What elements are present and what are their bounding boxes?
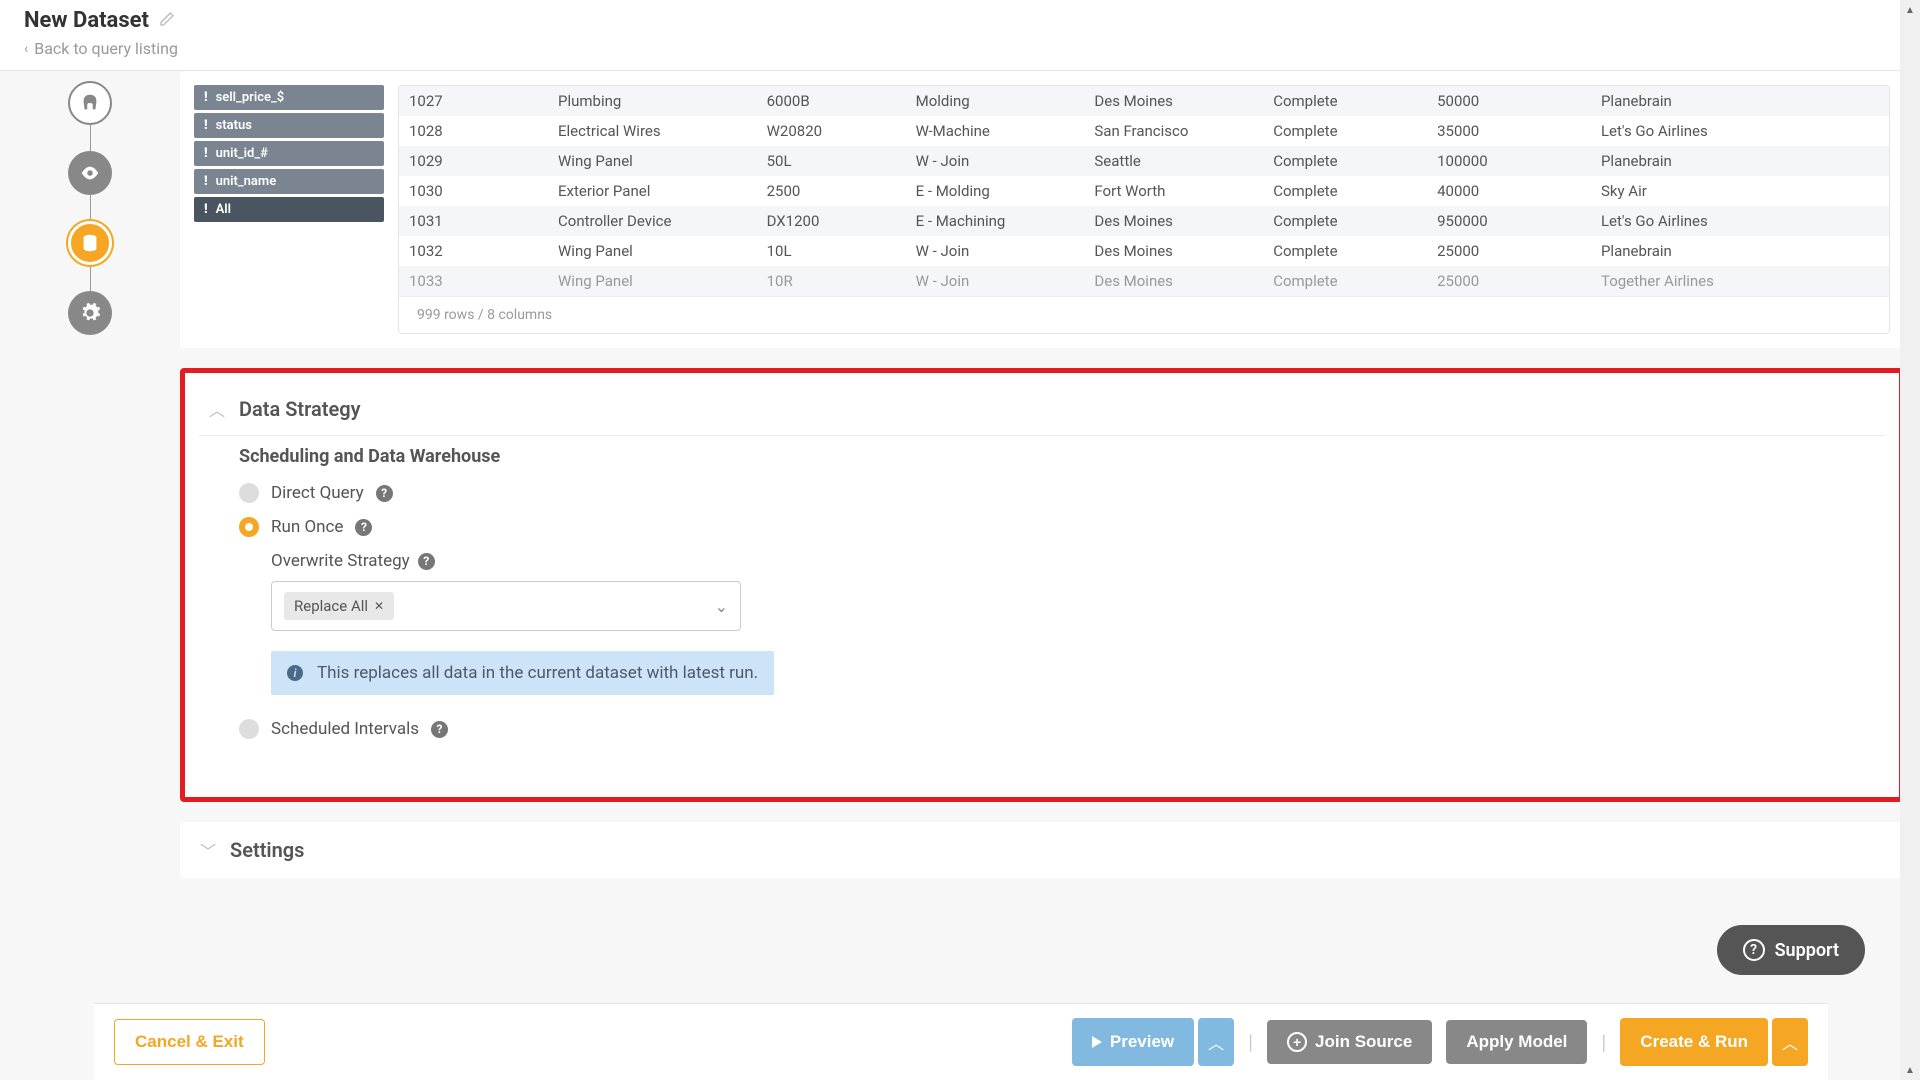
settings-panel: ﹀ Settings <box>180 822 1904 878</box>
help-icon: ? <box>1743 939 1765 961</box>
radio-icon <box>239 719 259 739</box>
join-source-button[interactable]: +Join Source <box>1267 1020 1432 1064</box>
help-icon[interactable]: ? <box>355 519 372 536</box>
bottom-bar: Cancel & Exit Preview ︿ | +Join Source A… <box>94 1003 1828 1080</box>
step-preview[interactable] <box>68 151 112 195</box>
radio-scheduled-intervals[interactable]: Scheduled Intervals ? <box>239 719 1845 739</box>
info-icon: i <box>287 665 303 681</box>
table-row[interactable]: 1029Wing Panel50LW - JoinSeattleComplete… <box>399 146 1889 176</box>
info-banner: i This replaces all data in the current … <box>271 651 774 695</box>
create-caret[interactable]: ︿ <box>1772 1018 1808 1066</box>
preview-button[interactable]: Preview <box>1072 1018 1194 1066</box>
overwrite-select[interactable]: Replace All✕ ⌄ <box>271 581 741 631</box>
col-unit-name[interactable]: !unit_name <box>194 169 384 194</box>
table-row[interactable]: 1027Plumbing6000BMoldingDes MoinesComple… <box>399 86 1889 116</box>
top-header: New Dataset ‹ Back to query listing <box>0 0 1920 71</box>
col-sell-price[interactable]: !sell_price_$ <box>194 85 384 110</box>
close-icon[interactable]: ✕ <box>374 599 384 613</box>
table-row[interactable]: 1032Wing Panel10LW - JoinDes MoinesCompl… <box>399 236 1889 266</box>
table-row[interactable]: 1033Wing Panel10RW - JoinDes MoinesCompl… <box>399 266 1889 296</box>
help-icon[interactable]: ? <box>376 485 393 502</box>
radio-direct-query[interactable]: Direct Query ? <box>239 483 1845 503</box>
play-icon <box>1092 1036 1102 1048</box>
chevron-left-icon: ‹ <box>24 41 28 57</box>
table-row[interactable]: 1028Electrical WiresW20820W-MachineSan F… <box>399 116 1889 146</box>
data-strategy-panel: ︿ Data Strategy Scheduling and Data Ware… <box>180 368 1904 802</box>
help-icon[interactable]: ? <box>431 721 448 738</box>
plus-icon: + <box>1287 1032 1307 1052</box>
col-status[interactable]: !status <box>194 113 384 138</box>
col-unit-id[interactable]: !unit_id_# <box>194 141 384 166</box>
scroll-up-icon[interactable]: ▲ <box>1900 0 1920 20</box>
chevron-down-icon[interactable]: ﹀ <box>200 838 216 862</box>
table-row[interactable]: 1030Exterior Panel2500E - MoldingFort Wo… <box>399 176 1889 206</box>
scheduling-title: Scheduling and Data Warehouse <box>239 446 1845 467</box>
radio-icon <box>239 483 259 503</box>
back-link[interactable]: ‹ Back to query listing <box>24 39 1896 58</box>
chevron-up-icon[interactable]: ︿ <box>209 397 225 421</box>
step-source[interactable] <box>68 81 112 125</box>
support-button[interactable]: ? Support <box>1717 925 1865 975</box>
chevron-down-icon: ⌄ <box>715 597 728 616</box>
table-row[interactable]: 1031Controller DeviceDX1200E - Machining… <box>399 206 1889 236</box>
overwrite-label: Overwrite Strategy ? <box>271 551 1845 571</box>
page-title: New Dataset <box>24 8 149 33</box>
step-data-strategy[interactable] <box>68 221 112 265</box>
edit-icon[interactable] <box>159 11 175 31</box>
scroll-down-icon[interactable]: ▲ <box>1900 1060 1920 1080</box>
table-footer: 999 rows / 8 columns <box>399 296 1889 333</box>
columns-list: !sell_price_$ !status !unit_id_# !unit_n… <box>194 85 384 334</box>
preview-caret[interactable]: ︿ <box>1198 1018 1234 1066</box>
data-table: 1027Plumbing6000BMoldingDes MoinesComple… <box>399 86 1889 296</box>
settings-title: Settings <box>230 838 304 862</box>
cancel-exit-button[interactable]: Cancel & Exit <box>114 1019 265 1065</box>
scrollbar[interactable]: ▲ ▲ <box>1900 0 1920 1080</box>
back-label: Back to query listing <box>34 39 178 58</box>
strategy-title: Data Strategy <box>239 397 361 421</box>
left-rail <box>0 71 180 978</box>
apply-model-button[interactable]: Apply Model <box>1446 1020 1587 1064</box>
radio-run-once[interactable]: Run Once ? <box>239 517 1845 537</box>
preview-panel: !sell_price_$ !status !unit_id_# !unit_n… <box>180 71 1904 348</box>
help-icon[interactable]: ? <box>418 553 435 570</box>
radio-selected-icon <box>239 517 259 537</box>
replace-all-chip[interactable]: Replace All✕ <box>284 592 394 620</box>
col-all[interactable]: !All <box>194 197 384 222</box>
step-settings[interactable] <box>68 291 112 335</box>
create-run-button[interactable]: Create & Run <box>1620 1018 1768 1066</box>
data-table-wrap: 1027Plumbing6000BMoldingDes MoinesComple… <box>398 85 1890 334</box>
